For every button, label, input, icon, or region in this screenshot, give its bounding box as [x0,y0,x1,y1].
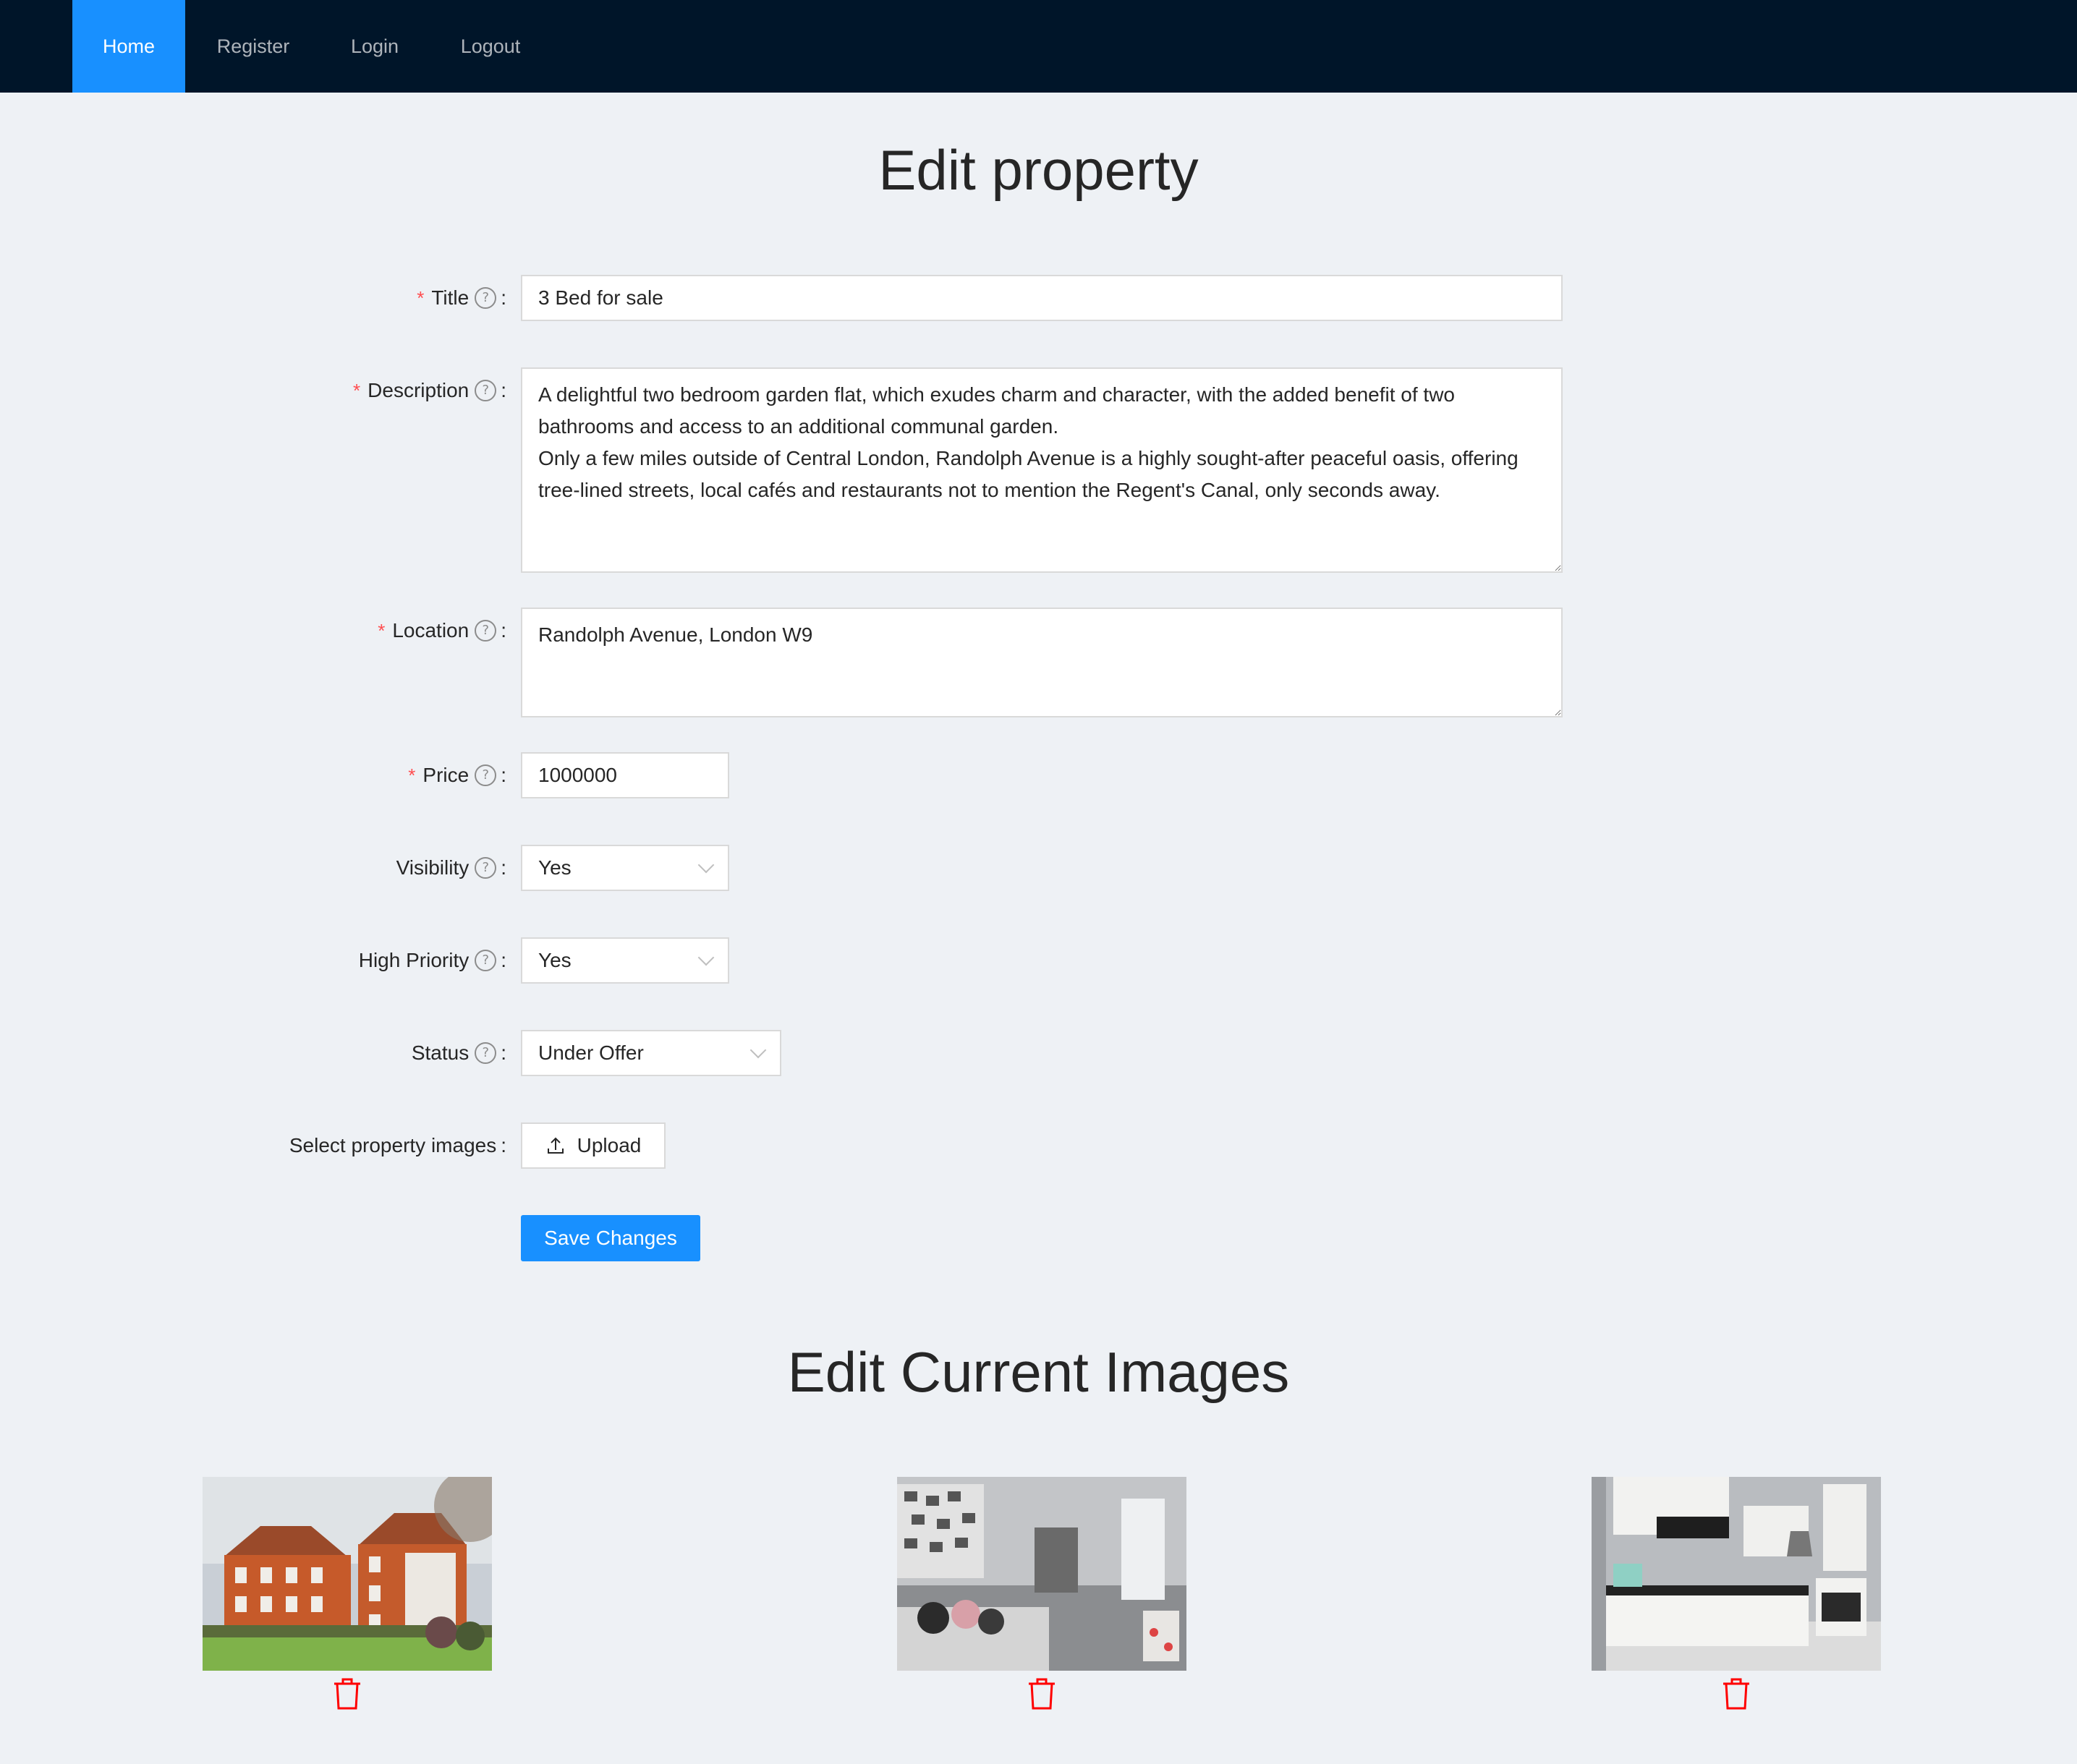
help-icon[interactable]: ? [475,287,497,309]
help-icon[interactable]: ? [475,950,497,971]
description-label: * Description ? : [353,367,506,414]
location-label: * Location ? : [378,608,506,654]
images-label-text: Select property images [289,1134,497,1156]
required-mark: * [417,286,425,309]
title-label: * Title ? : [417,275,506,321]
save-changes-button[interactable]: Save Changes [521,1215,700,1261]
help-icon[interactable]: ? [475,380,497,401]
label-colon: : [501,1134,506,1156]
page-title: Edit property [878,138,1199,202]
kitchen-image [1592,1477,1881,1671]
label-colon: : [501,764,506,786]
high-priority-select[interactable]: Yes [521,937,729,984]
chevron-down-icon [749,1041,767,1059]
location-textarea[interactable] [521,608,1563,717]
upload-label: Upload [577,1134,642,1156]
help-icon[interactable]: ? [475,620,497,642]
help-icon[interactable]: ? [475,1042,497,1064]
status-label: Status ? : [412,1030,506,1076]
title-input[interactable] [521,275,1563,321]
high-priority-label-text: High Priority [358,949,470,971]
label-colon: : [501,1041,506,1064]
trash-icon[interactable] [1720,1676,1752,1711]
title-label-text: Title [431,286,470,309]
nav-logout[interactable]: Logout [441,0,540,93]
help-icon[interactable]: ? [475,764,497,786]
visibility-select[interactable]: Yes [521,845,729,891]
property-exterior-image [203,1477,492,1671]
price-label: * Price ? : [408,752,506,798]
visibility-value: Yes [538,856,572,879]
price-input[interactable] [521,752,729,798]
nav-home[interactable]: Home [72,0,185,93]
trash-icon[interactable] [331,1676,363,1711]
nav-login[interactable]: Login [326,0,424,93]
nav-register[interactable]: Register [195,0,311,93]
description-textarea[interactable] [521,367,1563,573]
label-colon: : [501,949,506,971]
visibility-label: Visibility ? : [396,845,506,891]
upload-icon [547,1137,564,1154]
label-colon: : [501,856,506,879]
location-label-text: Location [392,619,470,642]
chevron-down-icon [697,949,715,966]
trash-icon[interactable] [1026,1676,1058,1711]
high-priority-label: High Priority ? : [359,937,506,984]
images-section-title: Edit Current Images [787,1340,1290,1404]
help-icon[interactable]: ? [475,857,497,879]
status-label-text: Status [411,1041,470,1064]
required-mark: * [408,764,416,786]
visibility-label-text: Visibility [396,856,470,879]
label-colon: : [501,379,506,401]
required-mark: * [353,379,361,401]
images-label: Select property images : [289,1122,506,1169]
label-colon: : [501,286,506,309]
high-priority-value: Yes [538,949,572,971]
upload-button[interactable]: Upload [521,1122,666,1169]
status-select[interactable]: Under Offer [521,1030,781,1076]
living-room-image [897,1477,1186,1671]
price-label-text: Price [422,764,470,786]
chevron-down-icon [697,856,715,874]
top-navbar: Home Register Login Logout [0,0,2077,93]
required-mark: * [378,619,386,642]
description-label-text: Description [368,379,470,401]
label-colon: : [501,619,506,642]
status-value: Under Offer [538,1041,644,1064]
